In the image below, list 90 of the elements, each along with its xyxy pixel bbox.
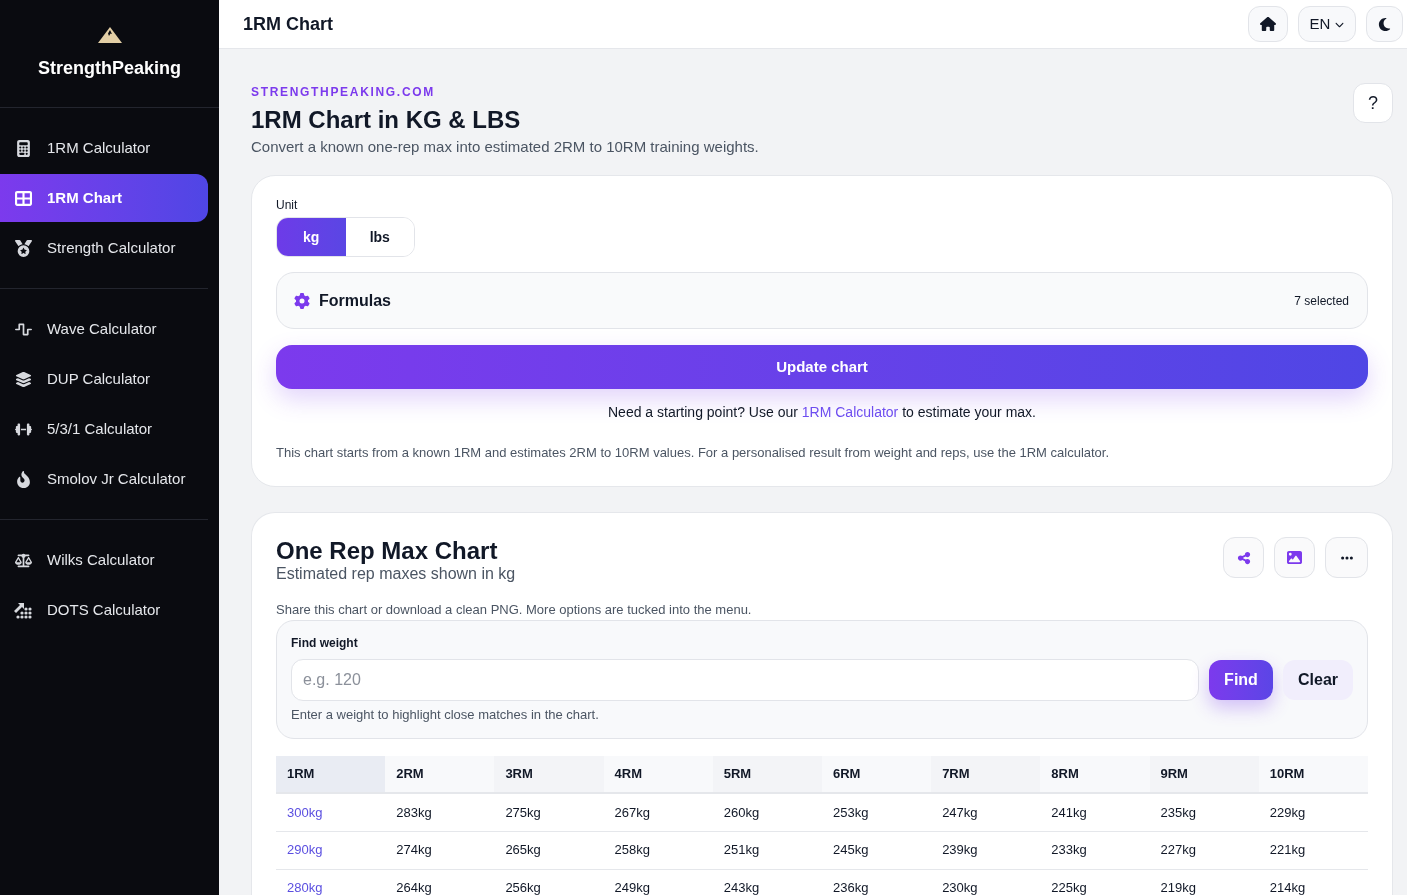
find-button[interactable]: Find bbox=[1209, 660, 1273, 700]
sidebar-item[interactable]: 1RM Calculator bbox=[0, 124, 208, 172]
table-cell: 283kg bbox=[385, 793, 495, 831]
table-cell: 249kg bbox=[603, 869, 713, 895]
table-icon bbox=[14, 189, 32, 207]
image-icon bbox=[1287, 550, 1302, 565]
clear-button[interactable]: Clear bbox=[1283, 660, 1353, 700]
column-header: 6RM bbox=[821, 756, 932, 793]
section-subtitle: Convert a known one-rep max into estimated 2RM to 10RM training weights. bbox=[251, 138, 759, 156]
table-cell: 245kg bbox=[821, 831, 932, 869]
calculator-link[interactable]: 1RM Calculator bbox=[801, 404, 899, 420]
column-header: 10RM bbox=[1258, 756, 1368, 793]
update-chart-button[interactable]: Update chart bbox=[276, 345, 1368, 389]
sidebar-item[interactable]: DOTS Calculator bbox=[0, 586, 208, 634]
sidebar-item[interactable]: Wilks Calculator bbox=[0, 536, 208, 584]
download-image-button[interactable] bbox=[1274, 537, 1315, 578]
chart-note: This chart starts from a known 1RM and estimates 2RM to 10RM values. For a personalised result from weight and reps, use the 1RM calculator. bbox=[276, 444, 1111, 462]
share-icon bbox=[1236, 550, 1251, 565]
dark-mode-button[interactable] bbox=[1366, 6, 1403, 42]
table-cell: 260kg bbox=[712, 793, 822, 831]
table-cell: 256kg bbox=[494, 869, 604, 895]
sidebar-item[interactable]: Strength Calculator bbox=[0, 224, 208, 272]
sidebar-item[interactable]: Wave Calculator bbox=[0, 305, 208, 353]
table-cell: 275kg bbox=[494, 793, 604, 831]
column-header: 2RM bbox=[385, 756, 495, 793]
column-header: 7RM bbox=[931, 756, 1041, 793]
one-rm-link[interactable]: 280kg bbox=[287, 880, 323, 895]
chart-title: One Rep Max Chart bbox=[276, 537, 499, 565]
table-cell: 227kg bbox=[1149, 831, 1259, 869]
table-cell: 253kg bbox=[821, 793, 932, 831]
site-eyebrow: STRENGTHPEAKING.COM bbox=[251, 84, 436, 100]
medal-icon bbox=[14, 239, 32, 257]
table-cell: 241kg bbox=[1040, 793, 1150, 831]
find-weight-label: Find weight bbox=[291, 636, 359, 650]
find-weight-hint: Enter a weight to highlight close matches in the chart. bbox=[291, 707, 600, 723]
table-cell: 251kg bbox=[712, 831, 822, 869]
starting-point-hint: Need a starting point? Use our 1RM Calculator to estimate your max. bbox=[607, 403, 1037, 421]
sidebar-item[interactable]: 5/3/1 Calculator bbox=[0, 405, 208, 453]
chart-subtitle: Estimated rep maxes shown in kg bbox=[276, 565, 516, 583]
table-cell: 258kg bbox=[603, 831, 713, 869]
formulas-count: 7 selected bbox=[1294, 292, 1349, 310]
column-header: 5RM bbox=[712, 756, 822, 793]
column-header: 8RM bbox=[1040, 756, 1150, 793]
table-cell: 233kg bbox=[1040, 831, 1150, 869]
column-header: 3RM bbox=[494, 756, 604, 793]
table-cell: 219kg bbox=[1149, 869, 1259, 895]
table-cell: 235kg bbox=[1149, 793, 1259, 831]
table-cell: 230kg bbox=[931, 869, 1041, 895]
section-title: 1RM Chart in KG & LBS bbox=[251, 105, 522, 135]
formulas-label: Formulas bbox=[319, 290, 391, 311]
flame-icon bbox=[14, 470, 32, 488]
one-rm-link[interactable]: 290kg bbox=[287, 842, 323, 858]
unit-option[interactable]: kg bbox=[277, 218, 346, 256]
sidebar-item[interactable]: Smolov Jr Calculator bbox=[0, 455, 208, 503]
table-cell: 239kg bbox=[931, 831, 1041, 869]
language-dropdown[interactable]: EN bbox=[1298, 6, 1356, 42]
sidebar-item[interactable]: DUP Calculator bbox=[0, 355, 208, 403]
help-button[interactable]: ? bbox=[1353, 83, 1393, 123]
calculator-icon bbox=[14, 139, 32, 157]
mountain-logo-icon bbox=[97, 27, 122, 43]
weight-input[interactable]: e.g. 120 bbox=[291, 659, 1199, 701]
layers-icon bbox=[14, 370, 32, 388]
table-cell: 229kg bbox=[1258, 793, 1368, 831]
page-title: 1RM Chart bbox=[243, 12, 333, 36]
table-cell: 264kg bbox=[385, 869, 495, 895]
table-cell: 214kg bbox=[1258, 869, 1368, 895]
balance-scale-icon bbox=[14, 551, 32, 569]
column-header: 4RM bbox=[603, 756, 713, 793]
home-icon bbox=[1260, 16, 1276, 32]
table-cell: 221kg bbox=[1258, 831, 1368, 869]
table-cell: 267kg bbox=[603, 793, 713, 831]
table-cell: 265kg bbox=[494, 831, 604, 869]
sidebar-item[interactable]: 1RM Chart bbox=[0, 174, 208, 222]
gear-icon bbox=[294, 292, 310, 309]
table-cell: 243kg bbox=[712, 869, 822, 895]
column-header: 9RM bbox=[1149, 756, 1259, 793]
table-cell: 225kg bbox=[1040, 869, 1150, 895]
brand-name: StrengthPeaking bbox=[38, 57, 181, 79]
table-cell: 236kg bbox=[821, 869, 932, 895]
home-button[interactable] bbox=[1248, 6, 1288, 42]
table-cell: 274kg bbox=[385, 831, 495, 869]
one-rm-link[interactable]: 300kg bbox=[287, 804, 323, 820]
formulas-toggle[interactable]: Formulas 7 selected bbox=[276, 272, 1368, 329]
unit-label: Unit bbox=[276, 198, 299, 212]
arrow-dots-icon bbox=[13, 601, 33, 619]
moon-icon bbox=[1377, 16, 1392, 32]
table-cell: 247kg bbox=[931, 793, 1041, 831]
share-description: Share this chart or download a clean PNG. More options are tucked into the menu. bbox=[276, 602, 753, 618]
share-button[interactable] bbox=[1223, 537, 1264, 578]
column-header: 1RM bbox=[276, 756, 386, 793]
